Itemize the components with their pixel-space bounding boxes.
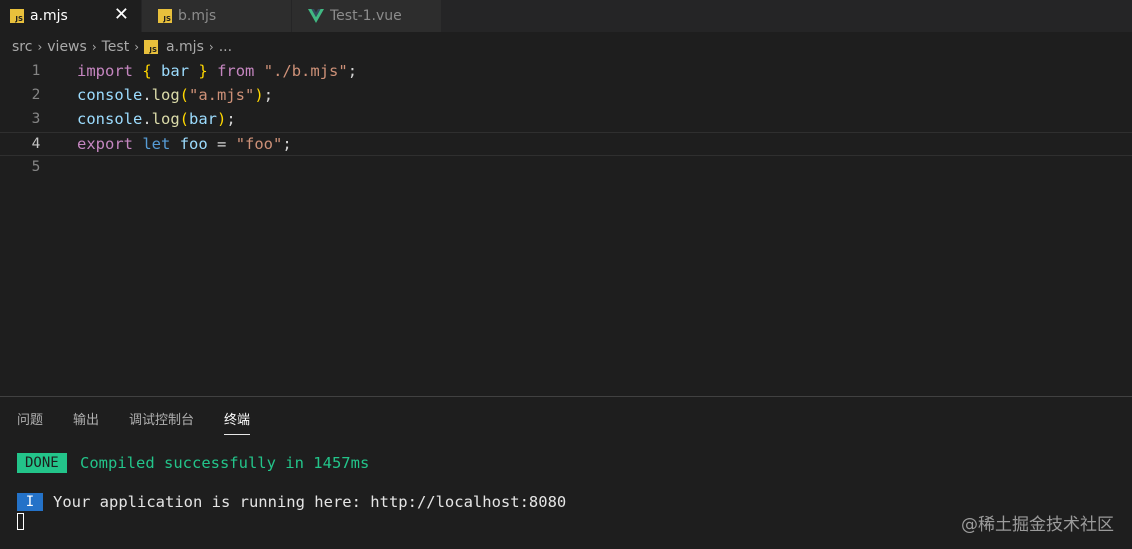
code-text: export let foo = "foo";	[77, 133, 292, 155]
code-token: ;	[347, 62, 358, 80]
chevron-right-icon: ›	[208, 40, 214, 54]
code-token: .	[142, 110, 152, 128]
line-number: 1	[31, 63, 41, 79]
vue-icon	[308, 9, 324, 23]
code-token: ;	[282, 135, 292, 153]
code-token: ;	[226, 110, 236, 128]
line-number: 2	[31, 87, 41, 103]
breadcrumb-item-views[interactable]: views	[47, 39, 87, 55]
close-icon[interactable]: ✕	[114, 6, 129, 24]
code-line[interactable]: 3 console.log(bar);	[0, 108, 1132, 132]
tab-debug-console[interactable]: 调试控制台	[129, 409, 194, 435]
code-token: "a.mjs"	[189, 86, 255, 104]
code-token: bar	[189, 110, 218, 128]
code-token: foo	[179, 135, 208, 153]
code-token: "foo"	[235, 135, 283, 153]
code-token: let	[142, 135, 171, 153]
terminal-cursor	[17, 513, 24, 530]
breadcrumb-item-src[interactable]: src	[12, 39, 32, 55]
app-running-message: Your application is running here: http:/…	[53, 493, 567, 511]
code-text: import { bar } from "./b.mjs";	[77, 60, 357, 82]
code-token: console	[77, 86, 143, 104]
tab-terminal[interactable]: 终端	[224, 409, 251, 435]
code-token: =	[207, 135, 236, 153]
code-editor[interactable]: 1 import { bar } from "./b.mjs"; 2 console.…	[0, 60, 1132, 390]
code-token: (	[179, 110, 190, 128]
code-text: console.log("a.mjs");	[77, 84, 273, 106]
code-token: from	[217, 62, 255, 80]
breadcrumb-item-test[interactable]: Test	[102, 39, 130, 55]
js-file-icon: JS	[158, 9, 172, 23]
line-number: 5	[31, 159, 41, 175]
watermark: @稀土掘金技术社区	[961, 515, 1114, 535]
tab-output[interactable]: 输出	[73, 409, 99, 435]
tab-problems[interactable]: 问题	[17, 409, 43, 435]
code-token: {	[142, 62, 152, 80]
code-token: .	[142, 86, 152, 104]
tab-test-1-vue[interactable]: Test-1.vue	[292, 0, 442, 32]
code-token: )	[254, 86, 264, 104]
done-badge: DONE	[17, 453, 67, 473]
chevron-right-icon: ›	[134, 40, 140, 54]
code-token: log	[151, 110, 180, 128]
code-token: bar	[161, 62, 190, 80]
code-token: }	[198, 62, 208, 80]
info-badge: I	[17, 493, 43, 511]
code-line[interactable]: 1 import { bar } from "./b.mjs";	[0, 60, 1132, 84]
chevron-right-icon: ›	[37, 40, 43, 54]
compile-status: Compiled successfully in 1457ms	[80, 454, 370, 472]
code-token: (	[179, 86, 190, 104]
code-line[interactable]: 5	[0, 156, 1132, 180]
code-token: console	[77, 110, 143, 128]
code-line[interactable]: 2 console.log("a.mjs");	[0, 84, 1132, 108]
line-number: 4	[31, 136, 41, 152]
tab-bar: JS a.mjs ✕ JS b.mjs Test-1.vue	[0, 0, 1132, 32]
code-token: import	[77, 62, 133, 80]
chevron-right-icon: ›	[91, 40, 97, 54]
code-token: ;	[263, 86, 274, 104]
js-file-icon: JS	[10, 9, 24, 23]
tab-a-mjs[interactable]: JS a.mjs ✕	[0, 0, 142, 32]
code-token: log	[151, 86, 180, 104]
tab-b-mjs[interactable]: JS b.mjs	[142, 0, 292, 32]
breadcrumb: src › views › Test › JS a.mjs › ...	[12, 36, 232, 58]
bottom-panel: 问题 输出 调试控制台 终端 DONE Compiled successfull…	[0, 396, 1132, 549]
tab-label: Test-1.vue	[330, 8, 402, 24]
breadcrumb-item-symbols[interactable]: ...	[219, 39, 232, 55]
js-file-icon: JS	[144, 40, 159, 54]
breadcrumb-item-file[interactable]: a.mjs	[166, 39, 204, 55]
code-line[interactable]: 4 export let foo = "foo";	[0, 132, 1132, 156]
code-token: export	[77, 135, 133, 153]
code-token: "./b.mjs"	[263, 62, 348, 80]
code-text: console.log(bar);	[77, 108, 236, 130]
tab-label: a.mjs	[30, 8, 68, 24]
tab-label: b.mjs	[178, 8, 217, 24]
code-token: )	[217, 110, 227, 128]
panel-tabs: 问题 输出 调试控制台 终端	[17, 409, 280, 435]
line-number: 3	[31, 111, 41, 127]
